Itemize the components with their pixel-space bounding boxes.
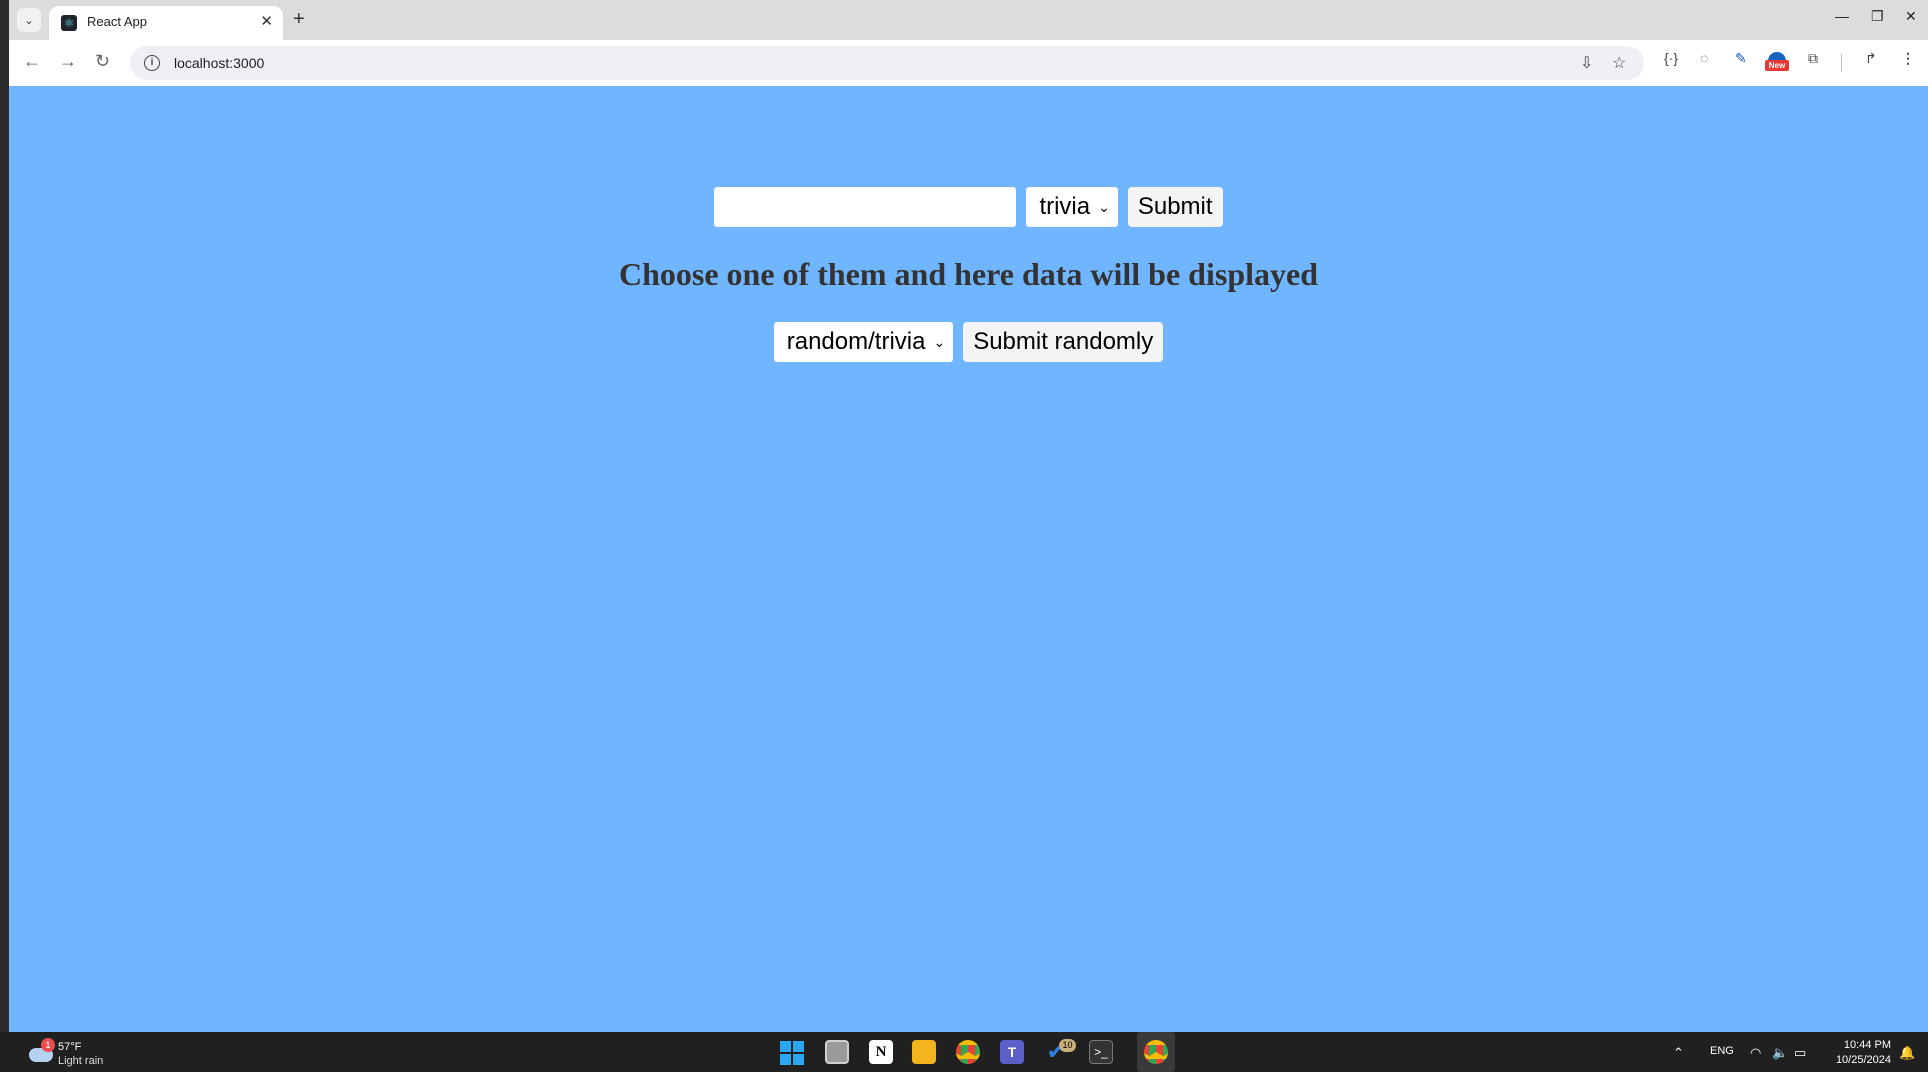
minimize-icon[interactable]: — [1835, 8, 1849, 24]
back-icon[interactable]: ← [23, 50, 41, 72]
random-form: random/trivia ⌄ Submit randomly [9, 322, 1928, 362]
category-select-value: trivia [1039, 193, 1091, 220]
notification-bell-icon[interactable]: 🔔 [1899, 1045, 1915, 1061]
screen: ⌄ ⚛ React App ✕ + — ❐ ✕ ← → ↻ i localhos… [0, 0, 1928, 1072]
extension-circle-icon[interactable]: ◌ [1700, 50, 1708, 66]
query-form: trivia ⌄ Submit [9, 187, 1928, 227]
number-input[interactable] [714, 187, 1017, 227]
notion-icon[interactable]: N [869, 1040, 893, 1064]
browser-toolbar: ← → ↻ i localhost:3000 ⇩ ☆ {·} ◌ ✎ New ⧉… [9, 40, 1928, 86]
url-text[interactable]: localhost:3000 [174, 55, 264, 71]
more-menu-icon[interactable]: ⋮ [1901, 50, 1915, 67]
chevron-down-icon: ⌄ [1098, 198, 1110, 215]
todo-badge: 10 [1059, 1039, 1076, 1052]
extensions-puzzle-icon[interactable]: ⧉ [1808, 50, 1818, 67]
terminal-icon[interactable]: >_ [1089, 1040, 1113, 1064]
close-tab-icon[interactable]: ✕ [260, 12, 273, 30]
teams-icon[interactable]: T [1000, 1040, 1024, 1064]
battery-icon[interactable]: ▭ [1794, 1045, 1806, 1061]
tray-overflow-chevron-icon[interactable]: ⌃ [1673, 1045, 1684, 1061]
taskbar: 1 57°F Light rain N T ✔ 10 >_ ⌃ ENG ◠ 🔈 … [9, 1032, 1928, 1072]
page-content: trivia ⌄ Submit Choose one of them and h… [9, 86, 1928, 1032]
reload-icon[interactable]: ↻ [95, 50, 110, 72]
bookmark-star-icon[interactable]: ☆ [1612, 53, 1626, 73]
browser-chrome: ⌄ ⚛ React App ✕ + — ❐ ✕ ← → ↻ i localhos… [9, 0, 1928, 86]
submit-randomly-button[interactable]: Submit randomly [963, 322, 1164, 362]
chevron-down-icon: ⌄ [933, 333, 946, 350]
react-favicon-icon: ⚛ [61, 15, 77, 31]
clock-date: 10/25/2024 [1835, 1054, 1891, 1066]
tab-bar: ⌄ ⚛ React App ✕ + — ❐ ✕ [9, 0, 1928, 40]
submit-button[interactable]: Submit [1127, 187, 1223, 227]
toolbar-divider [1841, 54, 1842, 72]
restore-icon[interactable]: ❐ [1871, 8, 1884, 25]
system-clock[interactable]: 10:44 PM 10/25/2024 [1836, 1038, 1891, 1068]
tab-title: React App [87, 14, 147, 29]
weather-temp[interactable]: 57°F [58, 1041, 81, 1053]
language-indicator[interactable]: ENG [1710, 1045, 1734, 1057]
chrome-active-icon[interactable] [1144, 1040, 1168, 1064]
random-select[interactable]: random/trivia ⌄ [773, 322, 954, 362]
start-windows-icon[interactable] [780, 1041, 804, 1065]
weather-badge: 1 [41, 1038, 55, 1052]
active-tab[interactable]: ⚛ React App ✕ [49, 6, 283, 40]
share-arrow-icon[interactable]: ↱ [1865, 50, 1877, 67]
chrome-icon[interactable] [956, 1040, 980, 1064]
site-info-icon[interactable]: i [144, 55, 160, 71]
extension-braces-icon[interactable]: {·} [1664, 50, 1678, 66]
category-select[interactable]: trivia ⌄ [1026, 187, 1118, 227]
weather-widget-icon[interactable]: 1 [27, 1038, 57, 1066]
extension-new-badge-icon[interactable]: New [1765, 52, 1789, 72]
tab-search-dropdown-icon[interactable]: ⌄ [17, 8, 41, 32]
weather-desc[interactable]: Light rain [58, 1055, 103, 1067]
random-select-value: random/trivia [786, 328, 926, 355]
forward-icon[interactable]: → [59, 50, 77, 72]
volume-icon[interactable]: 🔈 [1772, 1045, 1788, 1061]
extension-pen-icon[interactable]: ✎ [1735, 50, 1747, 67]
desktop-edge [0, 0, 9, 1032]
wifi-icon[interactable]: ◠ [1750, 1045, 1761, 1061]
new-tab-icon[interactable]: + [293, 8, 305, 30]
address-bar[interactable]: i localhost:3000 ⇩ ☆ [130, 46, 1644, 80]
close-window-icon[interactable]: ✕ [1905, 8, 1917, 25]
page-heading: Choose one of them and here data will be… [618, 256, 1318, 292]
clock-time: 10:44 PM [1843, 1039, 1891, 1051]
install-app-icon[interactable]: ⇩ [1580, 53, 1593, 73]
file-explorer-icon[interactable] [912, 1040, 936, 1064]
task-view-icon[interactable] [825, 1040, 849, 1064]
